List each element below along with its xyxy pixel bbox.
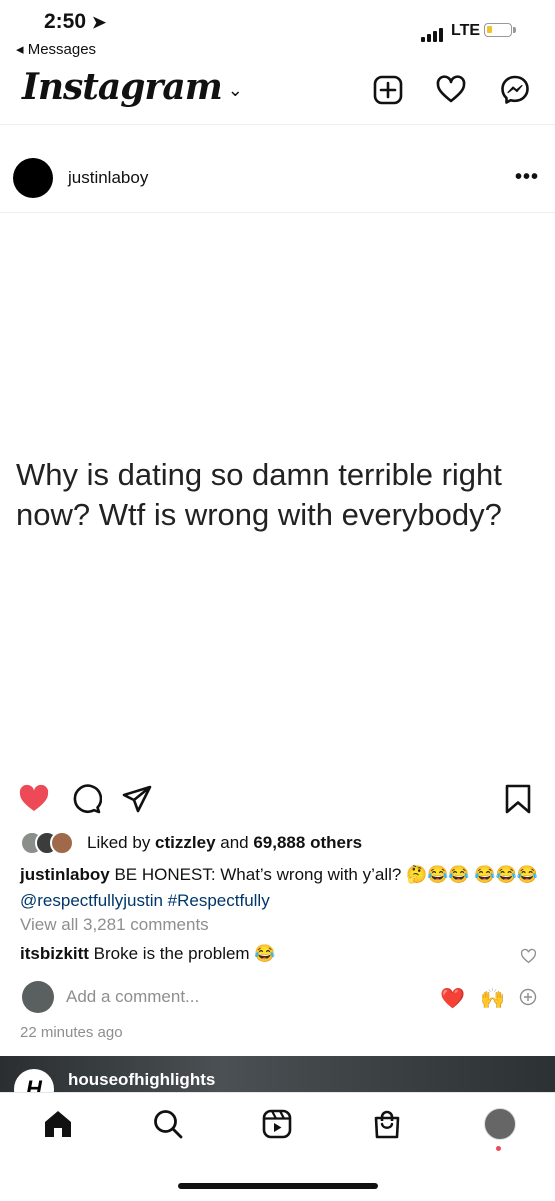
reels-icon[interactable] — [261, 1108, 293, 1140]
liked-by-user[interactable]: ctizzley — [155, 833, 215, 852]
quick-reaction-heart[interactable]: ❤️ — [440, 986, 465, 1011]
liker-avatars[interactable] — [20, 831, 80, 855]
liker-avatar — [50, 831, 74, 855]
post-timestamp: 22 minutes ago — [20, 1024, 123, 1041]
share-icon[interactable] — [121, 783, 153, 815]
post-text-image[interactable]: Why is dating so damn terrible right now… — [16, 455, 536, 535]
comment-row: itsbizkitt Broke is the problem 😂 — [20, 944, 276, 963]
quick-reaction-raised-hands[interactable]: 🙌 — [480, 986, 505, 1011]
signal-icon — [421, 24, 445, 42]
post-username[interactable]: justinlaboy — [68, 168, 148, 188]
battery-icon — [484, 23, 516, 37]
search-icon[interactable] — [152, 1108, 184, 1140]
status-time: 2:50 ➤ — [44, 10, 107, 33]
view-all-comments[interactable]: View all 3,281 comments — [20, 915, 209, 935]
comment-like-icon[interactable] — [520, 948, 537, 964]
post-caption: justinlaboy BE HONEST: What’s wrong with… — [20, 865, 538, 910]
location-arrow-icon: ➤ — [91, 13, 107, 32]
bookmark-icon[interactable] — [502, 783, 534, 815]
home-indicator[interactable] — [178, 1183, 378, 1189]
profile-notification-dot — [496, 1146, 501, 1151]
chevron-down-icon[interactable]: ⌄ — [228, 80, 243, 101]
add-comment-input[interactable]: Add a comment... — [66, 987, 199, 1007]
comment-icon[interactable] — [70, 783, 102, 815]
heart-icon[interactable] — [435, 74, 467, 106]
liked-by-text[interactable]: Liked by ctizzley and 69,888 others — [87, 833, 362, 853]
caption-hashtag[interactable]: #Respectfully — [163, 891, 270, 910]
next-post-username[interactable]: houseofhighlights — [68, 1070, 215, 1090]
stories-strip[interactable] — [0, 124, 555, 131]
current-user-avatar — [22, 981, 54, 1013]
likes-count[interactable]: 69,888 others — [253, 833, 362, 852]
like-icon[interactable] — [18, 783, 50, 815]
next-post-header[interactable]: H houseofhighlights — [0, 1056, 555, 1092]
caption-mention[interactable]: @respectfullyjustin — [20, 891, 163, 910]
profile-tab-avatar[interactable] — [484, 1108, 516, 1140]
network-label: LTE — [451, 22, 481, 39]
more-options-icon[interactable]: ••• — [515, 166, 539, 189]
caption-username[interactable]: justinlaboy — [20, 865, 110, 884]
messenger-icon[interactable] — [499, 74, 531, 106]
shop-icon[interactable] — [371, 1108, 403, 1140]
instagram-logo[interactable]: Instagram ⌄ — [22, 66, 243, 108]
comment-username[interactable]: itsbizkitt — [20, 944, 89, 963]
home-icon[interactable] — [42, 1108, 74, 1140]
next-post-avatar[interactable]: H — [14, 1069, 54, 1092]
back-to-messages[interactable]: ◂ Messages — [16, 40, 96, 58]
post-avatar[interactable] — [13, 158, 53, 198]
divider — [0, 212, 555, 213]
new-post-icon[interactable] — [372, 74, 404, 106]
add-reaction-icon[interactable] — [519, 988, 537, 1006]
